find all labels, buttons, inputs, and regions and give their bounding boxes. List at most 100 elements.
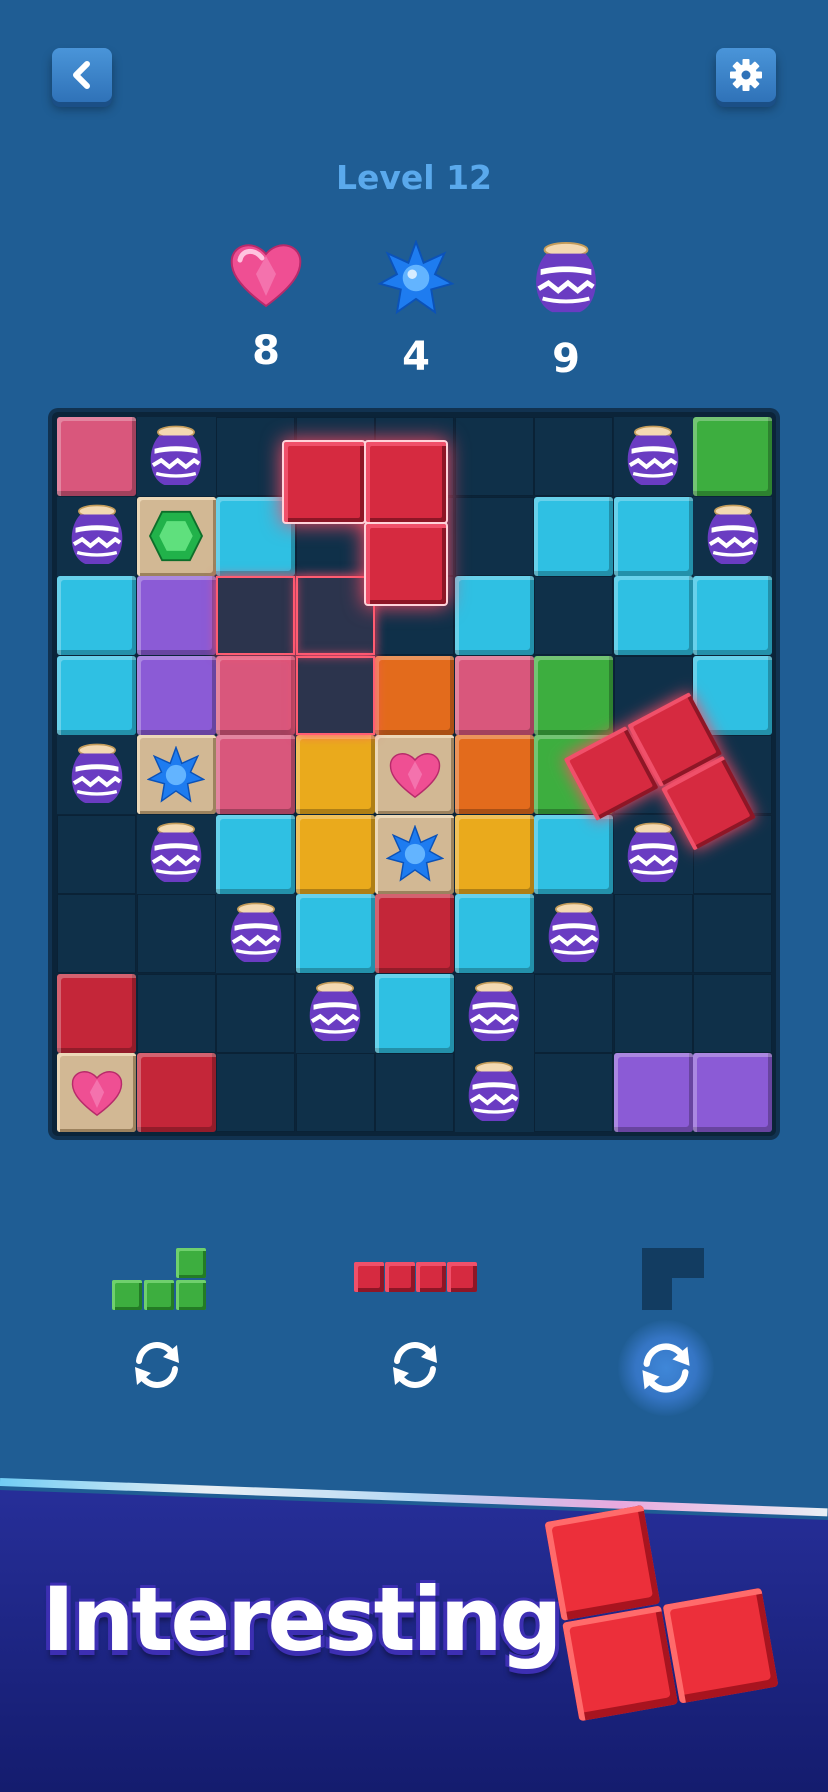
pink-block <box>57 417 136 496</box>
vase-icon <box>468 981 520 1042</box>
pink-block <box>454 655 534 735</box>
emerald-gem-icon <box>148 510 204 562</box>
purple-block <box>136 655 216 735</box>
back-button[interactable] <box>52 48 112 102</box>
settings-button[interactable] <box>716 48 776 102</box>
vase-icon <box>71 504 122 565</box>
goal-vase: 9 <box>516 240 616 382</box>
vase-cell <box>613 417 693 496</box>
green-block <box>693 417 772 496</box>
vase-cell <box>534 894 613 973</box>
red-i-piece[interactable] <box>354 1262 478 1294</box>
empty-cell <box>216 973 295 1053</box>
heart-tile <box>375 735 454 814</box>
vase-cell <box>57 735 136 814</box>
cyan-block <box>375 973 454 1053</box>
empty-cell <box>454 417 534 496</box>
vase-cell <box>454 973 534 1053</box>
vase-cell <box>136 814 216 894</box>
blue-star-gem-icon <box>377 239 455 315</box>
yellow-block <box>454 814 534 894</box>
vase-icon <box>71 743 122 803</box>
cyan-block <box>613 496 693 576</box>
yellow-block <box>295 814 375 894</box>
heart-gem-icon <box>389 752 440 798</box>
rotate-icon <box>393 1342 437 1388</box>
empty-cell <box>454 496 534 576</box>
rotate-button-1[interactable] <box>122 1330 192 1400</box>
pink-block <box>216 735 295 814</box>
placement-preview-cell <box>295 655 375 735</box>
goal-star-count: 4 <box>402 334 430 380</box>
dark-corner-piece[interactable] <box>642 1248 706 1312</box>
cyan-block <box>216 814 295 894</box>
vase-cell <box>454 1053 534 1132</box>
gear-icon <box>730 59 762 91</box>
empty-cell <box>534 973 613 1053</box>
vase-icon <box>230 902 281 962</box>
purple-block <box>613 1053 693 1132</box>
empty-cell <box>375 1053 454 1132</box>
red-block <box>136 1053 216 1132</box>
vase-icon <box>548 902 599 962</box>
goal-heart-count: 8 <box>252 328 280 374</box>
cyan-block <box>534 496 613 576</box>
cyan-block <box>295 894 375 973</box>
empty-cell <box>57 894 136 973</box>
empty-cell <box>693 973 772 1053</box>
cyan-block <box>57 655 136 735</box>
cyan-block <box>454 576 534 655</box>
heart-gem-icon <box>230 244 302 308</box>
dragged-red-piece[interactable] <box>282 440 448 606</box>
vase-icon <box>627 425 679 485</box>
green-l-piece[interactable] <box>112 1248 208 1312</box>
rotate-icon <box>135 1342 179 1388</box>
empty-cell <box>136 973 216 1053</box>
vase-cell <box>136 417 216 496</box>
heart-tile <box>57 1053 136 1132</box>
yellow-block <box>295 735 375 814</box>
vase-cell <box>295 973 375 1053</box>
cyan-block <box>613 576 693 655</box>
empty-cell <box>613 894 693 973</box>
red-block <box>375 894 454 973</box>
orange-block <box>375 655 454 735</box>
empty-cell <box>295 1053 375 1132</box>
purple-block <box>693 1053 772 1132</box>
pink-block <box>216 655 295 735</box>
rotate-button-2[interactable] <box>380 1330 450 1400</box>
empty-cell <box>57 814 136 894</box>
rotate-button-3[interactable] <box>618 1320 714 1416</box>
goal-heart: 8 <box>216 240 316 374</box>
chevron-left-icon <box>73 61 90 89</box>
level-title: Level 12 <box>335 158 493 197</box>
empty-cell <box>534 1053 613 1132</box>
blue-star-gem-icon <box>147 745 205 803</box>
cyan-block <box>57 576 136 655</box>
emerald-tile <box>136 496 216 576</box>
empty-cell <box>136 894 216 973</box>
empty-cell <box>613 973 693 1053</box>
vase-icon <box>150 425 202 485</box>
cyan-block <box>693 576 772 655</box>
red-block <box>57 973 136 1053</box>
game-board[interactable] <box>52 412 776 1136</box>
vase-icon <box>536 241 596 313</box>
goal-vase-count: 9 <box>552 336 580 382</box>
green-block <box>534 655 613 735</box>
red-l-piece-illustration <box>543 1471 818 1729</box>
vase-icon <box>150 822 202 883</box>
vase-cell <box>57 496 136 576</box>
empty-cell <box>216 1053 295 1132</box>
vase-cell <box>216 894 295 973</box>
rotate-icon <box>642 1343 690 1393</box>
star-tile <box>375 814 454 894</box>
blue-star-gem-icon <box>385 825 444 882</box>
empty-cell <box>534 417 613 496</box>
heart-gem-icon <box>71 1070 122 1116</box>
star-tile <box>136 735 216 814</box>
vase-cell <box>693 496 772 576</box>
promo-title: Interesting <box>42 1568 562 1671</box>
goal-star: 4 <box>366 239 466 380</box>
orange-block <box>454 735 534 814</box>
